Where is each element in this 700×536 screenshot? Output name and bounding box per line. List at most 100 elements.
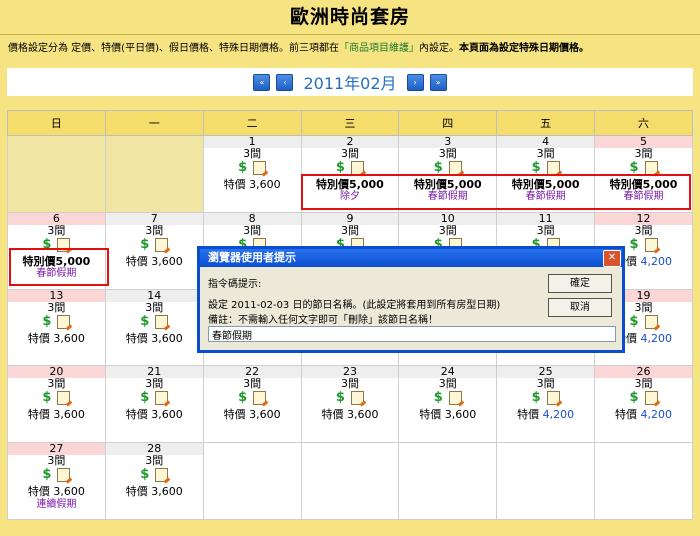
dollar-icon[interactable]: $: [630, 237, 639, 252]
edit-icon[interactable]: [155, 468, 169, 483]
dollar-icon[interactable]: $: [630, 314, 639, 329]
room-count: 3間: [438, 147, 457, 160]
holiday-name[interactable]: 除夕: [302, 191, 399, 203]
dollar-icon[interactable]: $: [434, 161, 443, 175]
edit-icon[interactable]: [253, 161, 267, 175]
ok-button[interactable]: 確定: [548, 274, 612, 293]
room-count: 3間: [340, 377, 359, 391]
calendar-day-cell: 23 3間 $ 特價 3,600: [300, 365, 400, 444]
calendar-day-cell: 14 3間 $ 特價 3,600: [104, 288, 204, 367]
special-price: 特別價5,000: [511, 178, 580, 191]
edit-icon[interactable]: [644, 314, 658, 329]
holiday-name[interactable]: 春節假期: [8, 268, 105, 280]
calendar-week-row: 27 3間 $ 特價 3,600 連續假期 28 3間 $ 特價 3,600: [7, 442, 693, 520]
last-month-icon[interactable]: »: [429, 73, 447, 91]
holiday-name[interactable]: 春節假期: [497, 191, 594, 203]
holiday-price: 4,200: [542, 408, 575, 422]
calendar-day-cell: 7 3間 $ 特價 3,600: [104, 211, 204, 290]
special-price: 特別價5,000: [22, 254, 91, 268]
edit-icon[interactable]: [57, 237, 71, 252]
edit-icon[interactable]: [350, 161, 364, 175]
price-text: 特價 3,600: [27, 408, 85, 422]
price-text: 特價 3,600: [125, 254, 183, 268]
price-text: 特價 3,600: [125, 485, 183, 499]
calendar-week-row: 1 3間 $ 特價 3,600 2 3間 $ 特別價5,000 除夕 3 3間 $ 特別價5,000 春節…: [7, 135, 693, 213]
cancel-button[interactable]: 取消: [548, 298, 612, 317]
next-month-icon[interactable]: ›: [406, 73, 424, 91]
calendar-day-cell: 26 3間 $ 特價 4,200: [594, 365, 693, 444]
price-text: 特價 3,600: [419, 408, 477, 422]
dollar-icon[interactable]: $: [140, 314, 149, 329]
price-label: 特價 3,600: [8, 408, 105, 422]
dollar-icon[interactable]: $: [42, 391, 51, 405]
weekday-header: 五: [496, 110, 596, 136]
dollar-icon[interactable]: $: [336, 161, 345, 175]
dollar-icon[interactable]: $: [630, 391, 639, 405]
edit-icon[interactable]: [253, 391, 267, 406]
day-number: 6: [8, 212, 105, 225]
dollar-icon[interactable]: $: [42, 468, 51, 482]
notice-text: 價格設定分為 定價、特價(平日價)、假日價格、特殊日期價格。前三項都在「商品項目…: [0, 35, 700, 55]
weekday-header: 四: [398, 110, 498, 136]
weekday-header: 二: [202, 110, 302, 136]
dollar-icon[interactable]: $: [140, 237, 149, 252]
holiday-name[interactable]: 春節假期: [399, 191, 496, 203]
edit-icon[interactable]: [546, 161, 560, 175]
dollar-icon[interactable]: $: [630, 161, 639, 175]
dollar-icon[interactable]: $: [140, 468, 149, 482]
dollar-icon[interactable]: $: [42, 314, 51, 329]
day-number: 7: [105, 212, 203, 225]
calendar-day-cell: 20 3間 $ 特價 3,600: [7, 365, 106, 444]
room-count: 3間: [145, 300, 164, 314]
room-count: 3間: [243, 147, 262, 160]
price-text: 特價 3,600: [125, 331, 183, 345]
room-count: 3間: [536, 147, 555, 160]
price-text: 特價 3,600: [223, 178, 281, 191]
day-number: 14: [105, 289, 203, 302]
price-label: 特價 4,200: [497, 408, 594, 422]
edit-icon[interactable]: [155, 314, 169, 329]
edit-icon[interactable]: [448, 161, 462, 175]
edit-icon[interactable]: [57, 314, 71, 329]
dollar-icon[interactable]: $: [238, 391, 247, 405]
edit-icon[interactable]: [546, 391, 560, 406]
edit-icon[interactable]: [57, 391, 71, 406]
edit-icon[interactable]: [448, 391, 462, 406]
room-count: 3間: [438, 223, 457, 237]
holiday-name-input[interactable]: [208, 326, 616, 342]
prev-month-icon[interactable]: ‹: [276, 73, 294, 91]
product-maintenance-link[interactable]: 「商品項目維護」: [339, 43, 419, 54]
close-icon[interactable]: ✕: [603, 250, 621, 267]
edit-icon[interactable]: [155, 237, 169, 252]
dollar-icon[interactable]: $: [42, 237, 51, 252]
edit-icon[interactable]: [350, 391, 364, 406]
calendar-day-cell: 3 3間 $ 特別價5,000 春節假期: [398, 135, 498, 213]
dollar-icon[interactable]: $: [434, 391, 443, 405]
holiday-name[interactable]: 春節假期: [595, 191, 692, 203]
weekday-header: 一: [104, 110, 204, 136]
dollar-icon[interactable]: $: [238, 161, 247, 175]
edit-icon[interactable]: [57, 468, 71, 483]
room-count: 3間: [47, 300, 66, 314]
first-month-icon[interactable]: «: [253, 73, 271, 91]
room-count: 3間: [438, 377, 457, 391]
dialog-title: 瀏覽器使用者提示: [208, 251, 296, 264]
edit-icon[interactable]: [644, 161, 658, 175]
dollar-icon[interactable]: $: [532, 161, 541, 175]
room-count: 3間: [634, 223, 653, 237]
dollar-icon[interactable]: $: [336, 391, 345, 405]
price-text: 特價 3,600: [125, 408, 183, 422]
room-count: 3間: [634, 147, 653, 160]
calendar-empty-cell: [496, 442, 596, 520]
calendar-day-cell: 28 3間 $ 特價 3,600: [104, 442, 204, 520]
edit-icon[interactable]: [644, 237, 658, 252]
holiday-name[interactable]: 連續假期: [8, 499, 105, 511]
edit-icon[interactable]: [155, 391, 169, 406]
day-number: 9: [301, 212, 399, 225]
dollar-icon[interactable]: $: [532, 391, 541, 405]
calendar-day-cell: 21 3間 $ 特價 3,600: [104, 365, 204, 444]
dollar-icon[interactable]: $: [140, 391, 149, 405]
room-count: 3間: [145, 454, 164, 468]
edit-icon[interactable]: [644, 391, 658, 406]
calendar-week-row: 20 3間 $ 特價 3,600 21 3間 $ 特價 3,600 22 3間 $ 特價 3,600 2…: [7, 365, 693, 444]
